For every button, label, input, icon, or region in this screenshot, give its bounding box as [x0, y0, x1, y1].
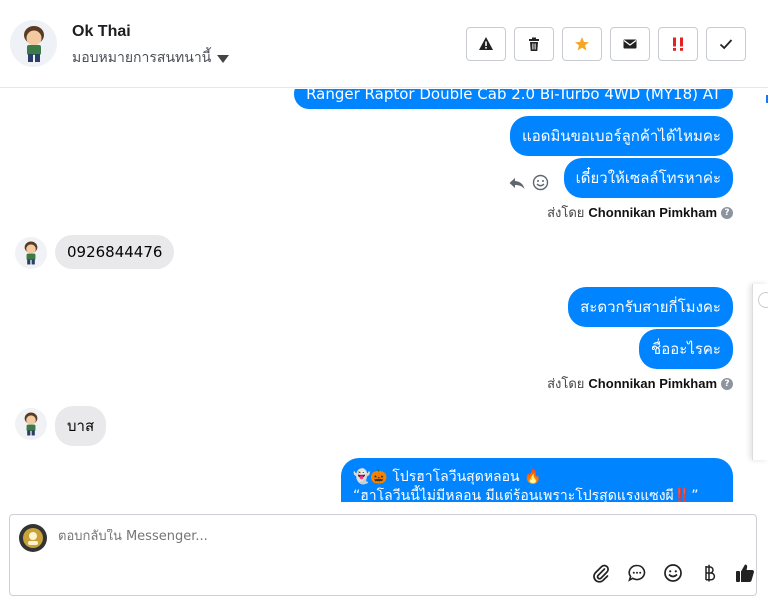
smiley-icon — [664, 564, 682, 582]
envelope-icon — [623, 39, 637, 49]
side-panel-edge[interactable] — [752, 284, 768, 460]
sender-name: Chonnikan Pimkham — [588, 376, 717, 391]
exclamation-icon — [673, 37, 683, 51]
paperclip-icon — [593, 564, 609, 583]
baht-icon — [705, 564, 716, 582]
contact-avatar[interactable] — [10, 20, 57, 67]
conversation-header: Ok Thai มอบหมายการสนทนานี้ — [0, 0, 768, 88]
message-tools — [508, 174, 549, 191]
done-button[interactable] — [706, 27, 746, 61]
message-bubble-outgoing[interactable]: สะดวกรับสายกี่โมงคะ — [568, 287, 733, 327]
promo-line-2: “ฮาโลวีนนี้ไม่มีหลอน มีแต่ร้อนเพราะโปรสุ… — [353, 488, 699, 502]
header-actions — [466, 27, 746, 61]
trash-icon — [529, 37, 539, 51]
saved-replies-button[interactable] — [626, 562, 648, 584]
message-thread[interactable]: Ranger Raptor Double Cab 2.0 Bi-Turbo 4W… — [0, 89, 752, 502]
reply-input[interactable] — [58, 529, 658, 544]
message-bubble-outgoing[interactable]: ชื่ออะไรคะ — [639, 329, 733, 369]
side-panel-toggle[interactable] — [758, 292, 768, 308]
reply-composer — [9, 514, 757, 596]
promo-message-bubble[interactable]: 👻🎃 โปรฮาโลวีนสุดหลอน 🔥 “ฮาโลวีนนี้ไม่มีห… — [341, 458, 733, 502]
help-icon[interactable]: ? — [721, 377, 733, 390]
sent-by-prefix: ส่งโดย — [547, 377, 585, 392]
thumbs-up-icon — [736, 564, 754, 582]
delete-button[interactable] — [514, 27, 554, 61]
sent-by-label: ส่งโดย Chonnikan Pimkham ? — [547, 202, 733, 223]
react-emoji-icon[interactable] — [532, 174, 549, 191]
warning-icon — [479, 37, 493, 50]
avatar-illustration — [23, 25, 44, 62]
contact-name[interactable]: Ok Thai — [72, 23, 131, 41]
attach-button[interactable] — [590, 562, 612, 584]
check-icon — [719, 39, 733, 50]
message-bubble-outgoing[interactable]: แอดมินขอเบอร์ลูกค้าได้ไหมคะ — [510, 116, 733, 156]
message-bubble-outgoing[interactable]: เดี๋ยวให้เซลล์โทรหาค่ะ — [563, 158, 733, 198]
message-bubble-outgoing[interactable]: Ranger Raptor Double Cab 2.0 Bi-Turbo 4W… — [294, 89, 733, 109]
assign-label: มอบหมายการสนทนานี้ — [72, 50, 212, 66]
page-logo-icon — [23, 528, 43, 548]
avatar-illustration — [24, 412, 38, 436]
help-icon[interactable]: ? — [721, 206, 733, 219]
follow-up-button[interactable] — [658, 27, 698, 61]
contact-avatar-small[interactable] — [15, 237, 47, 269]
message-bubble-incoming[interactable]: 0926844476 — [55, 235, 175, 269]
emoji-button[interactable] — [662, 562, 684, 584]
sent-by-label: ส่งโดย Chonnikan Pimkham ? — [547, 373, 733, 394]
sender-name: Chonnikan Pimkham — [588, 205, 717, 220]
spam-button[interactable] — [466, 27, 506, 61]
star-icon — [575, 37, 589, 51]
contact-avatar-small[interactable] — [15, 408, 47, 440]
promo-line-1: 👻🎃 โปรฮาโลวีนสุดหลอน 🔥 — [353, 469, 542, 485]
sent-by-prefix: ส่งโดย — [547, 206, 585, 221]
avatar-illustration — [24, 241, 38, 265]
payment-button[interactable] — [698, 562, 720, 584]
page-avatar — [19, 524, 47, 552]
caret-down-icon — [217, 55, 230, 63]
chat-bubble-icon — [628, 564, 646, 582]
assign-conversation-dropdown[interactable]: มอบหมายการสนทนานี้ — [72, 47, 230, 69]
composer-toolbar — [590, 562, 756, 584]
like-button[interactable] — [734, 562, 756, 584]
star-button[interactable] — [562, 27, 602, 61]
mark-unread-button[interactable] — [610, 27, 650, 61]
message-bubble-incoming[interactable]: บาส — [55, 406, 107, 446]
reply-icon[interactable] — [508, 175, 526, 191]
